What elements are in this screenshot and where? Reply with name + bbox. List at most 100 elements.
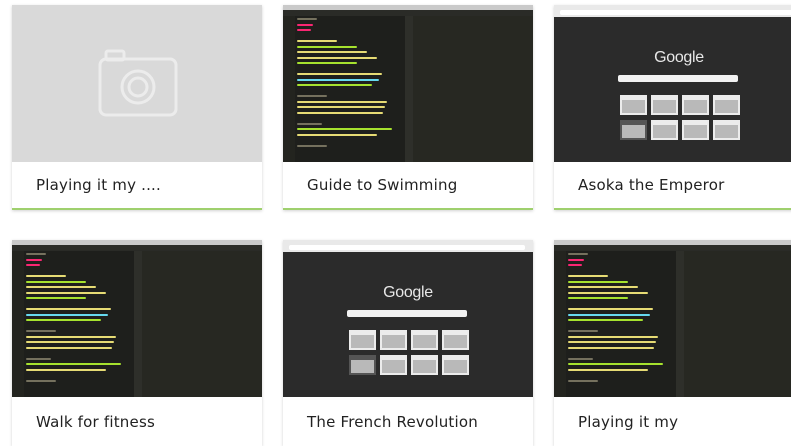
code-line [297, 128, 392, 130]
code-line [26, 253, 46, 255]
most-visited-tile [349, 330, 376, 350]
editor-code-area [297, 18, 403, 150]
editor-gutter [12, 251, 24, 397]
course-card[interactable]: Walk for fitness [12, 240, 262, 446]
code-line [568, 308, 653, 310]
card-thumbnail: Google [283, 240, 533, 397]
editor-code-area [568, 253, 674, 385]
code-line [26, 330, 56, 332]
code-line [568, 258, 584, 261]
code-line [568, 368, 648, 371]
code-line [26, 297, 86, 299]
editor-gutter [554, 251, 566, 397]
card-title: Playing it my .... [12, 162, 262, 210]
code-line [568, 335, 658, 338]
code-line [26, 357, 51, 360]
code-line [297, 95, 327, 97]
editor-panel [676, 251, 684, 397]
code-line [568, 313, 650, 316]
course-card[interactable]: Guide to Swimming [283, 5, 533, 210]
code-line [26, 319, 101, 321]
code-line [568, 253, 588, 255]
code-line [26, 335, 116, 338]
code-line [297, 29, 311, 31]
most-visited-tile [380, 330, 407, 350]
editor-panel [405, 16, 413, 162]
most-visited-tile [651, 120, 678, 140]
code-editor-screenshot [12, 240, 262, 397]
code-line [568, 291, 648, 294]
card-title: The French Revolution [307, 412, 478, 431]
code-line [26, 286, 96, 288]
code-line [568, 341, 656, 343]
editor-right [142, 251, 262, 397]
code-line [26, 346, 112, 349]
most-visited-tile [442, 355, 469, 375]
card-title: Playing it my [578, 412, 679, 431]
google-logo: Google [383, 284, 433, 301]
code-line [568, 379, 598, 382]
most-visited-tile [380, 355, 407, 375]
course-card[interactable]: Playing it my [554, 240, 791, 446]
code-editor-screenshot [283, 5, 533, 162]
course-grid: Playing it my .... Guide to Swimming Goo… [0, 0, 791, 446]
most-visited-tile [411, 330, 438, 350]
card-title: Walk for fitness [36, 412, 155, 431]
code-line [26, 291, 106, 294]
code-line [297, 144, 327, 147]
most-visited-tile [620, 120, 647, 140]
editor-right [413, 16, 533, 162]
most-visited-tile [713, 95, 740, 115]
camera-placeholder-icon [98, 49, 178, 117]
code-line [26, 341, 114, 343]
editor-right [684, 251, 791, 397]
code-line [26, 379, 56, 382]
code-line [297, 100, 387, 103]
editor-gutter [283, 16, 295, 162]
card-thumbnail [554, 240, 791, 397]
browser-address-bar [560, 10, 791, 15]
most-visited-tile [682, 95, 709, 115]
code-line [297, 23, 313, 26]
browser-address-bar [289, 245, 525, 250]
most-visited-tile [651, 95, 678, 115]
code-line [26, 313, 108, 316]
code-line [297, 84, 372, 86]
browser-screenshot: Google [554, 5, 791, 162]
card-thumbnail [12, 240, 262, 397]
code-line [568, 275, 608, 277]
google-logo: Google [654, 49, 704, 66]
code-editor-screenshot [554, 240, 791, 397]
editor-panel [134, 251, 142, 397]
code-line [297, 51, 367, 53]
browser-search-box [347, 310, 467, 317]
most-visited-tile [713, 120, 740, 140]
code-line [26, 363, 121, 365]
code-line [297, 56, 377, 59]
card-title: Asoka the Emperor [554, 162, 791, 210]
code-line [568, 319, 643, 321]
most-visited-tile [682, 120, 709, 140]
code-line [568, 363, 663, 365]
code-line [568, 346, 654, 349]
code-line [297, 73, 382, 75]
code-line [568, 330, 598, 332]
code-line [297, 133, 377, 136]
code-line [568, 297, 628, 299]
course-card[interactable]: Playing it my .... [12, 5, 262, 210]
code-line [297, 78, 379, 81]
most-visited-tile [442, 330, 469, 350]
code-line [26, 368, 106, 371]
course-card[interactable]: Google The French Revolution [283, 240, 533, 446]
code-line [568, 264, 582, 266]
card-thumbnail: Google [554, 5, 791, 162]
browser-search-box [618, 75, 738, 82]
code-line [26, 264, 40, 266]
course-card[interactable]: Google Asoka the Emperor [554, 5, 791, 210]
code-line [26, 258, 42, 261]
editor-code-area [26, 253, 132, 385]
card-thumbnail [283, 5, 533, 162]
card-title: Guide to Swimming [283, 162, 533, 210]
most-visited-tile [349, 355, 376, 375]
browser-screenshot: Google [283, 240, 533, 397]
